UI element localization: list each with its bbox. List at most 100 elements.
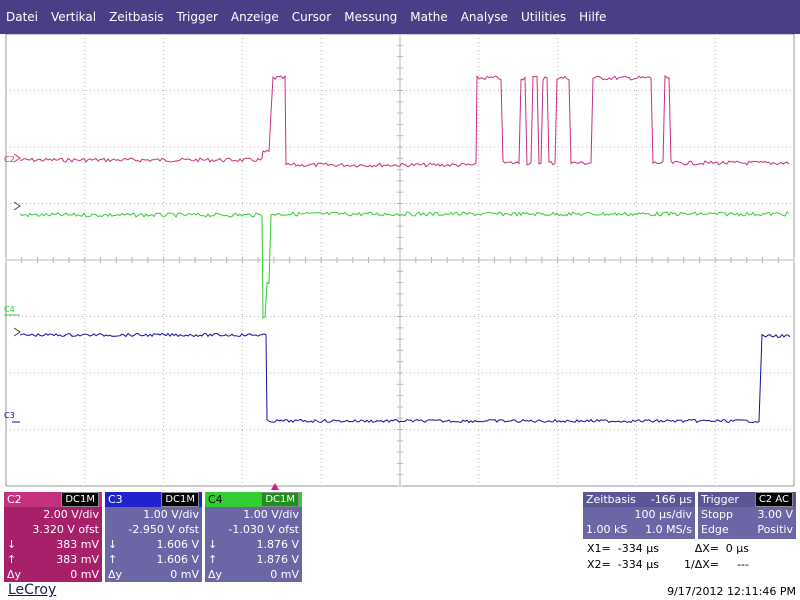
channel-c4-vdiv-row: 1.00 V/div <box>205 507 302 522</box>
channel-c2-up-row: ↑ 383 mV <box>4 552 102 567</box>
down-arrow-icon: ↓ <box>108 538 118 551</box>
svg-text:C2: C2 <box>4 155 15 164</box>
channel-c4-dy: 0 mV <box>270 568 299 581</box>
channel-panel-c3[interactable]: C3 DC1M 1.00 V/div -2.950 V ofst ↓ 1.606… <box>105 492 202 582</box>
channel-c4-up-row: ↑ 1.876 V <box>205 552 302 567</box>
cursor-row-x2: X2= -334 µs 1/ΔX= --- <box>583 556 796 572</box>
datetime-display: 9/17/2012 12:11:46 PM <box>667 585 796 598</box>
timebase-label: Zeitbasis <box>586 493 636 506</box>
menu-utilities[interactable]: Utilities <box>521 10 566 24</box>
channel-panel-c4[interactable]: C4 DC1M 1.00 V/div -1.030 V ofst ↓ 1.876… <box>205 492 302 582</box>
trigger-type: Edge <box>701 523 729 536</box>
channel-c4-down: 1.876 V <box>256 538 299 551</box>
menu-messung[interactable]: Messung <box>344 10 397 24</box>
channel-c4-coupling: DC1M <box>261 492 299 507</box>
channel-marker-c2[interactable]: C2 <box>4 153 21 164</box>
menu-trigger[interactable]: Trigger <box>177 10 218 24</box>
cursor-x2-value: -334 µs <box>617 557 659 571</box>
waveform-display[interactable]: C2 C4 C3 <box>0 34 800 488</box>
channel-c3-ofst-row: -2.950 V ofst <box>105 522 202 537</box>
cursor-x2-label: X2= <box>587 557 611 571</box>
channel-c3-header: C3 DC1M <box>105 492 202 507</box>
channel-c4-ofst-row: -1.030 V ofst <box>205 522 302 537</box>
cursor-x1-value: -334 µs <box>617 541 659 555</box>
channel-c2-coupling: DC1M <box>61 492 99 507</box>
trace-c4 <box>19 211 790 319</box>
menu-cursor[interactable]: Cursor <box>292 10 331 24</box>
channel-c2-down-row: ↓ 383 mV <box>4 537 102 552</box>
channel-c2-down: 383 mV <box>56 538 99 551</box>
cursor-row-x1: X1= -334 µs ΔX= 0 µs <box>583 540 796 556</box>
menu-zeitbasis[interactable]: Zeitbasis <box>109 10 163 24</box>
timebase-delay: -166 µs <box>650 493 692 506</box>
channel-c2-dy: 0 mV <box>70 568 99 581</box>
up-arrow-icon: ↑ <box>108 553 118 566</box>
down-arrow-icon: ↓ <box>208 538 218 551</box>
svg-text:C4: C4 <box>4 305 15 314</box>
channel-c4-dy-row: Δy 0 mV <box>205 567 302 582</box>
svg-text:C3: C3 <box>4 411 15 420</box>
channel-panel-c2[interactable]: C2 DC1M 2.00 V/div 3.320 V ofst ↓ 383 mV… <box>4 492 102 582</box>
up-arrow-icon: ↑ <box>7 553 17 566</box>
cursor-inv-label: 1/ΔX= <box>684 557 719 571</box>
channel-c3-up: 1.606 V <box>156 553 199 566</box>
timebase-panel[interactable]: Zeitbasis -166 µs 100 µs/div 1.00 kS 1.0… <box>583 492 695 539</box>
cursor-dx-value: 0 µs <box>725 541 749 555</box>
menu-datei[interactable]: Datei <box>6 10 38 24</box>
channel-c2-dy-row: Δy 0 mV <box>4 567 102 582</box>
waveform-grid: C2 C4 C3 <box>4 34 795 487</box>
channel-c4-up: 1.876 V <box>256 553 299 566</box>
menu-analyse[interactable]: Analyse <box>461 10 508 24</box>
timebase-samples-row: 1.00 kS 1.0 MS/s <box>583 522 695 537</box>
channel-c2-dy-label: Δy <box>7 568 22 581</box>
channel-c3-dy-row: Δy 0 mV <box>105 567 202 582</box>
channel-c3-dy-label: Δy <box>108 568 123 581</box>
trace-c2 <box>19 74 790 168</box>
cursor-x1-label: X1= <box>587 541 611 555</box>
channel-c4-dy-label: Δy <box>208 568 223 581</box>
menu-anzeige[interactable]: Anzeige <box>231 10 279 24</box>
offset-marker-c3 <box>13 327 21 337</box>
channel-c2-vdiv: 2.00 V/div <box>43 508 99 521</box>
channel-c2-ofst: 3.320 V ofst <box>32 523 99 536</box>
trace-c3 <box>19 332 791 424</box>
menu-mathe[interactable]: Mathe <box>410 10 447 24</box>
menu-hilfe[interactable]: Hilfe <box>579 10 606 24</box>
cursor-inv-value: --- <box>737 557 749 571</box>
channel-c4-down-row: ↓ 1.876 V <box>205 537 302 552</box>
channel-c2-ofst-row: 3.320 V ofst <box>4 522 102 537</box>
trigger-level: 3.00 V <box>757 508 793 521</box>
trigger-level-marker-c2 <box>13 201 21 211</box>
trigger-position-marker[interactable] <box>271 483 279 490</box>
timebase-header: Zeitbasis -166 µs <box>583 492 695 507</box>
channel-c3-ofst: -2.950 V ofst <box>128 523 199 536</box>
channel-marker-c4[interactable]: C4 <box>4 305 20 316</box>
channel-c2-header: C2 DC1M <box>4 492 102 507</box>
down-arrow-icon: ↓ <box>7 538 17 551</box>
trigger-label: Trigger <box>701 493 739 506</box>
channel-c3-vdiv-row: 1.00 V/div <box>105 507 202 522</box>
trigger-badge: C2 AC <box>754 492 793 507</box>
channel-c2-vdiv-row: 2.00 V/div <box>4 507 102 522</box>
channel-c2-up: 383 mV <box>56 553 99 566</box>
grid-lines <box>5 34 795 487</box>
menu-vertikal[interactable]: Vertikal <box>51 10 96 24</box>
channel-c3-vdiv: 1.00 V/div <box>143 508 199 521</box>
timebase-rate: 1.0 MS/s <box>645 523 692 536</box>
trigger-mode: Stopp <box>701 508 733 521</box>
channel-c4-ofst: -1.030 V ofst <box>228 523 299 536</box>
channel-c4-name: C4 <box>208 493 223 506</box>
timebase-tdiv-row: 100 µs/div <box>583 507 695 522</box>
trigger-panel[interactable]: Trigger C2 AC Stopp 3.00 V Edge Positiv <box>698 492 796 539</box>
cursor-dx-label: ΔX= <box>694 541 719 555</box>
lecroy-logo: LeCroy <box>8 582 57 598</box>
trigger-slope: Positiv <box>757 523 793 536</box>
menu-bar: Datei Vertikal Zeitbasis Trigger Anzeige… <box>0 0 800 34</box>
up-arrow-icon: ↑ <box>208 553 218 566</box>
channel-c4-vdiv: 1.00 V/div <box>243 508 299 521</box>
trigger-type-row: Edge Positiv <box>698 522 796 537</box>
channel-c3-name: C3 <box>108 493 123 506</box>
channel-c3-dy: 0 mV <box>170 568 199 581</box>
channel-c2-name: C2 <box>7 493 22 506</box>
channel-c3-up-row: ↑ 1.606 V <box>105 552 202 567</box>
